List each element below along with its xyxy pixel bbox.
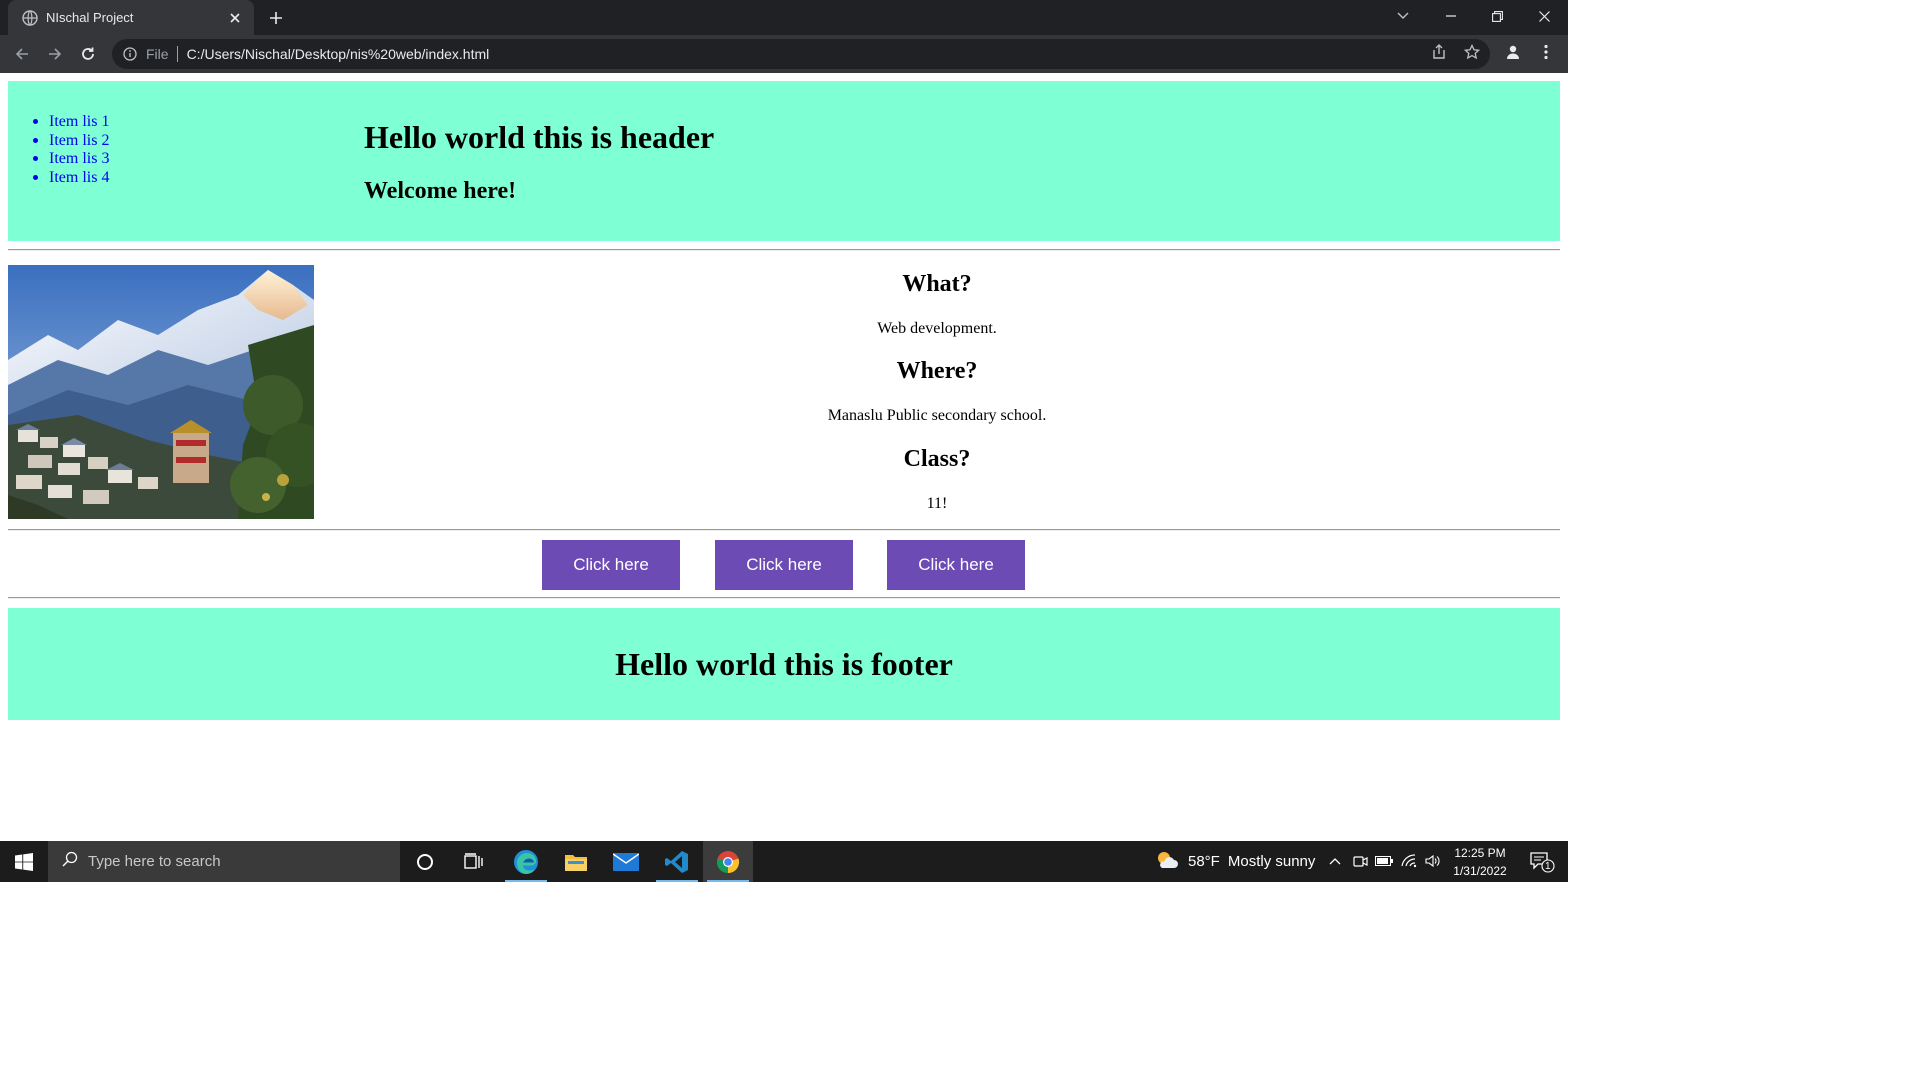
system-clock[interactable]: 12:25 PM 1/31/2022 [1446, 844, 1514, 880]
restore-icon[interactable] [1474, 0, 1520, 32]
url-separator [176, 46, 178, 62]
meet-now-icon[interactable] [1350, 851, 1370, 871]
chrome-icon[interactable] [703, 841, 753, 882]
new-tab-icon[interactable] [264, 6, 288, 30]
share-icon[interactable] [1429, 42, 1449, 62]
button-row: Click here Click here Click here [0, 540, 1568, 590]
info-question: What? [902, 271, 972, 297]
info-question: Where? [896, 358, 978, 384]
click-here-button[interactable]: Click here [542, 540, 680, 590]
nav-link[interactable]: Item lis 3 [49, 150, 109, 167]
forward-arrow-icon[interactable] [41, 40, 69, 68]
battery-icon[interactable] [1374, 851, 1394, 871]
reload-icon[interactable] [74, 40, 102, 68]
browser-toolbar: File C:/Users/Nischal/Desktop/nis%20web/… [0, 35, 1568, 73]
profile-avatar-icon[interactable] [1503, 42, 1523, 62]
list-item: Item lis 3 [32, 150, 109, 169]
notification-center-icon[interactable]: 1 [1522, 841, 1562, 882]
taskbar: Type here to search 58°F Mostly sunny 12… [0, 841, 1568, 882]
edge-browser-icon[interactable] [501, 841, 551, 882]
list-item: Item lis 4 [32, 169, 109, 188]
weather-widget[interactable]: 58°F Mostly sunny [1156, 841, 1315, 882]
address-bar[interactable]: File C:/Users/Nischal/Desktop/nis%20web/… [112, 39, 1490, 69]
minimize-icon[interactable] [1428, 0, 1474, 32]
taskbar-search-box[interactable]: Type here to search [48, 841, 400, 882]
windows-start-icon[interactable] [0, 841, 48, 882]
info-answer: Manaslu Public secondary school. [827, 407, 1047, 424]
weather-temperature: 58°F [1188, 853, 1220, 870]
notification-badge: 1 [1545, 861, 1551, 872]
info-answer: 11! [926, 495, 948, 512]
close-tab-icon[interactable] [226, 9, 244, 27]
tab-title: NIschal Project [46, 10, 134, 25]
nav-list: Item lis 1 Item lis 2 Item lis 3 Item li… [32, 113, 109, 188]
search-placeholder: Type here to search [88, 853, 221, 870]
chevron-up-icon[interactable] [1325, 851, 1345, 871]
page-viewport: Item lis 1 Item lis 2 Item lis 3 Item li… [0, 73, 1568, 841]
back-arrow-icon[interactable] [8, 40, 36, 68]
nav-link[interactable]: Item lis 4 [49, 169, 109, 186]
partly-sunny-icon [1156, 850, 1178, 874]
nav-link[interactable]: Item lis 1 [49, 113, 109, 130]
list-item: Item lis 1 [32, 113, 109, 132]
file-explorer-icon[interactable] [551, 841, 601, 882]
info-answer: Web development. [877, 320, 997, 337]
bookmark-star-icon[interactable] [1462, 42, 1482, 62]
tab-search-chevron-icon[interactable] [1380, 0, 1426, 32]
footer-title: Hello world this is footer [615, 645, 953, 682]
cortana-icon[interactable] [400, 841, 450, 882]
url-text[interactable]: C:/Users/Nischal/Desktop/nis%20web/index… [187, 46, 490, 62]
list-item: Item lis 2 [32, 132, 109, 151]
wifi-icon[interactable] [1399, 851, 1419, 871]
mountain-village-photo [8, 265, 314, 519]
search-icon [62, 851, 78, 872]
globe-icon [22, 9, 38, 26]
divider [8, 597, 1560, 599]
weather-description: Mostly sunny [1227, 853, 1316, 870]
header-subtitle: Welcome here! [364, 178, 517, 204]
nav-link[interactable]: Item lis 2 [49, 132, 109, 149]
browser-tab[interactable]: NIschal Project [8, 0, 254, 35]
vscode-icon[interactable] [652, 841, 702, 882]
click-here-button[interactable]: Click here [715, 540, 853, 590]
clock-date: 1/31/2022 [1453, 864, 1507, 878]
info-question: Class? [903, 446, 971, 472]
header-title: Hello world this is header [364, 119, 715, 155]
page-footer: Hello world this is footer [8, 608, 1560, 720]
url-scheme-label: File [146, 46, 169, 62]
browser-tab-strip: NIschal Project [0, 0, 1568, 35]
more-menu-icon[interactable] [1536, 42, 1556, 62]
close-window-icon[interactable] [1521, 0, 1567, 32]
page-header: Item lis 1 Item lis 2 Item lis 3 Item li… [8, 81, 1560, 241]
divider [8, 249, 1560, 251]
divider [8, 529, 1560, 531]
task-view-icon[interactable] [449, 841, 499, 882]
mail-icon[interactable] [601, 841, 651, 882]
click-here-button[interactable]: Click here [887, 540, 1025, 590]
clock-time: 12:25 PM [1454, 846, 1506, 860]
info-icon[interactable] [122, 46, 138, 62]
volume-icon[interactable] [1423, 851, 1443, 871]
